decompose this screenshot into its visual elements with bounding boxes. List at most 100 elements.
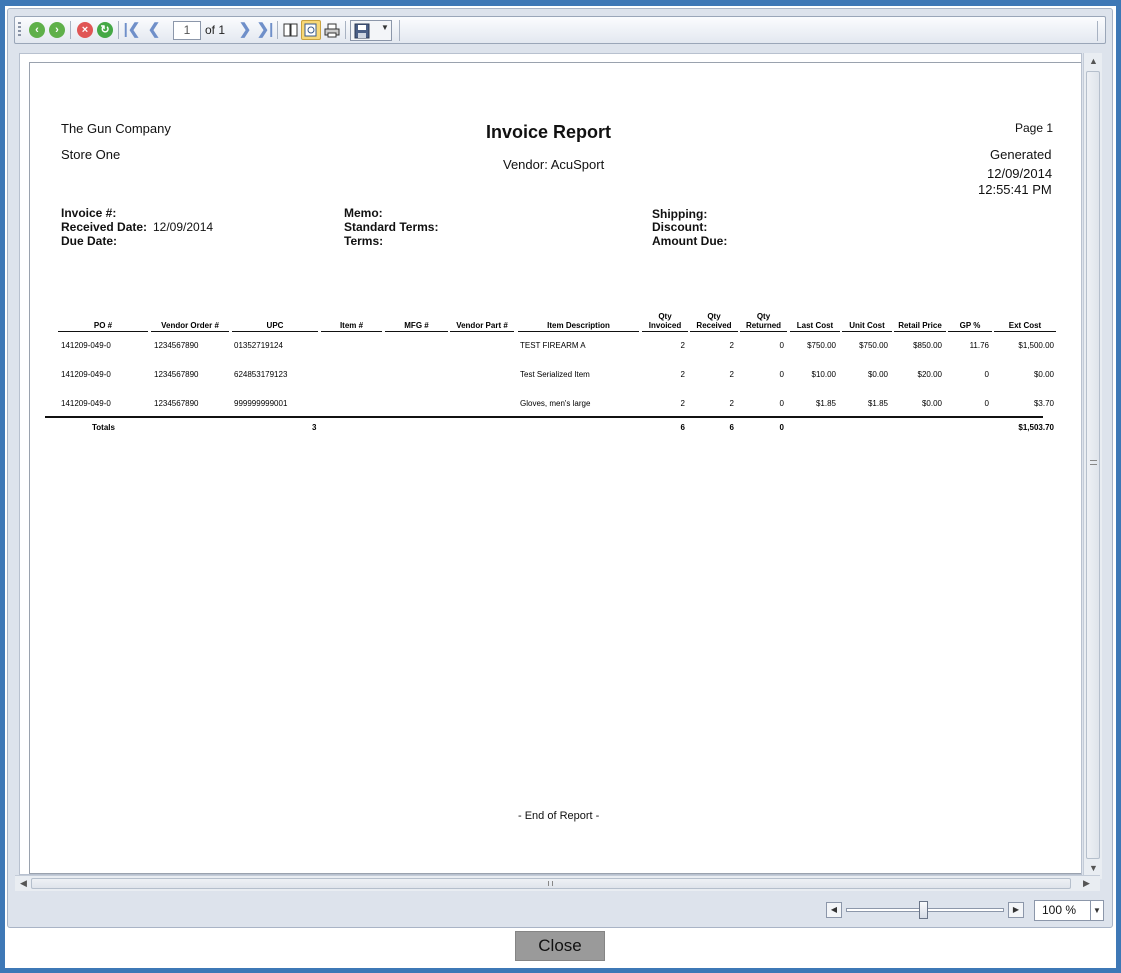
cell-ext-cost: $0.00 <box>1033 370 1054 379</box>
generated-date: 12/09/2014 <box>987 166 1053 181</box>
scroll-right-icon[interactable]: ▶ <box>1083 878 1090 889</box>
zoom-bar: ◀ ▶ 100 % ▼ <box>8 893 1114 927</box>
cell-po: 141209-049-0 <box>61 370 111 379</box>
cell-upc: 624853179123 <box>234 370 288 379</box>
cell-unit-cost: $0.00 <box>867 370 888 379</box>
close-button[interactable]: Close <box>515 931 605 961</box>
generated-label: Generated <box>990 147 1052 162</box>
first-page-button[interactable]: |❮ <box>122 20 142 40</box>
toolbar-separator <box>118 21 119 39</box>
cell-ext-cost: $3.70 <box>1033 399 1054 408</box>
zoom-slider-thumb[interactable] <box>919 901 928 919</box>
col-qty-received-line2: Received <box>696 321 732 330</box>
cell-qty-returned: 0 <box>779 341 784 350</box>
page-label: Page 1 <box>1015 121 1054 135</box>
col-unit-cost: Unit Cost <box>849 321 885 330</box>
save-export-dropdown[interactable]: ▼ <box>350 20 392 41</box>
vertical-scroll-thumb[interactable] <box>1086 71 1100 859</box>
totals-count: 3 <box>312 423 317 432</box>
forward-button[interactable]: › <box>47 20 67 40</box>
cell-last-cost: $10.00 <box>811 370 836 379</box>
col-po: PO # <box>93 321 113 330</box>
toolbar-separator <box>70 21 71 39</box>
col-qty-invoiced: Qty Invoiced <box>642 312 688 330</box>
standard-terms-label: Standard Terms: <box>344 220 439 234</box>
col-underline <box>690 331 738 332</box>
col-underline <box>948 331 992 332</box>
cell-qty-invoiced: 2 <box>680 341 685 350</box>
col-underline <box>740 331 787 332</box>
col-underline <box>790 331 840 332</box>
cell-qty-invoiced: 2 <box>680 370 685 379</box>
received-date-value: 12/09/2014 <box>153 220 214 234</box>
generated-time: 12:55:41 PM <box>978 182 1052 197</box>
previous-page-icon: ❮ <box>147 21 161 38</box>
col-gp: GP % <box>959 321 981 330</box>
print-icon <box>324 23 340 37</box>
cell-description: Test Serialized Item <box>520 370 590 379</box>
zoom-select[interactable]: 100 % ▼ <box>1034 900 1104 921</box>
col-underline <box>994 331 1056 332</box>
scroll-up-icon[interactable]: ▲ <box>1089 56 1098 66</box>
document-map-button[interactable] <box>281 20 301 40</box>
col-item-description: Item Description <box>547 321 610 330</box>
last-page-button[interactable]: ❯| <box>255 20 275 40</box>
col-qty-received-line1: Qty <box>707 312 721 321</box>
cell-qty-received: 2 <box>729 341 734 350</box>
cell-gp: 0 <box>984 399 989 408</box>
totals-qty-invoiced: 6 <box>680 423 685 432</box>
zoom-out-icon: ◀ <box>830 905 838 914</box>
back-icon: ‹ <box>29 22 45 38</box>
zoom-value: 100 % <box>1042 903 1077 917</box>
discount-label: Discount: <box>652 220 708 234</box>
col-underline <box>842 331 892 332</box>
zoom-out-button[interactable]: ◀ <box>826 902 842 918</box>
refresh-button[interactable]: ↻ <box>95 20 115 40</box>
back-button[interactable]: ‹ <box>27 20 47 40</box>
due-date-label: Due Date: <box>61 234 118 248</box>
col-underline <box>151 331 229 332</box>
chevron-down-icon: ▼ <box>381 23 389 32</box>
print-button[interactable] <box>322 20 342 40</box>
totals-label: Totals <box>92 423 115 432</box>
cell-gp: 11.76 <box>969 341 989 350</box>
end-of-report: - End of Report - <box>518 810 600 822</box>
document-map-icon <box>283 23 298 37</box>
zoom-in-button[interactable]: ▶ <box>1008 902 1024 918</box>
horizontal-scroll-thumb[interactable] <box>31 878 1071 889</box>
toolbar-grip[interactable] <box>18 22 21 38</box>
cell-qty-received: 2 <box>729 370 734 379</box>
horizontal-scrollbar[interactable]: ◀ ▶ <box>15 875 1100 891</box>
report-title: Invoice Report <box>486 122 612 142</box>
next-page-button[interactable]: ❯ <box>235 20 255 40</box>
previous-page-button[interactable]: ❮ <box>144 20 164 40</box>
cell-retail-price: $0.00 <box>921 399 942 408</box>
shipping-label: Shipping: <box>652 207 708 221</box>
last-page-icon: ❯| <box>256 21 274 38</box>
terms-label: Terms: <box>344 234 384 248</box>
toolbar-separator <box>345 21 346 39</box>
col-qty-invoiced-line2: Invoiced <box>648 321 682 330</box>
stop-button[interactable]: × <box>75 20 95 40</box>
cell-upc: 01352719124 <box>234 341 283 350</box>
toolbar-overflow[interactable] <box>1097 21 1103 41</box>
cell-po: 141209-049-0 <box>61 341 111 350</box>
page-number-input[interactable]: 1 <box>173 21 201 40</box>
page-layout-button[interactable] <box>301 20 321 40</box>
page-count-label: of 1 <box>205 23 226 37</box>
chevron-down-icon[interactable]: ▼ <box>1090 901 1103 920</box>
page-layout-icon <box>304 23 317 37</box>
forward-icon: › <box>49 22 65 38</box>
scroll-left-icon[interactable]: ◀ <box>20 878 27 889</box>
vertical-scrollbar[interactable]: ▲ ▼ <box>1083 53 1102 879</box>
cell-retail-price: $20.00 <box>917 370 942 379</box>
report-content-area: The Gun Company Store One Invoice Report… <box>19 53 1082 875</box>
cell-qty-returned: 0 <box>779 399 784 408</box>
next-page-icon: ❯ <box>238 21 252 38</box>
col-upc: UPC <box>266 321 284 330</box>
company-name: The Gun Company <box>61 121 171 136</box>
scroll-down-icon[interactable]: ▼ <box>1089 863 1098 873</box>
refresh-icon: ↻ <box>97 22 113 38</box>
zoom-in-icon: ▶ <box>1012 905 1020 914</box>
grip-icon <box>1090 460 1097 465</box>
